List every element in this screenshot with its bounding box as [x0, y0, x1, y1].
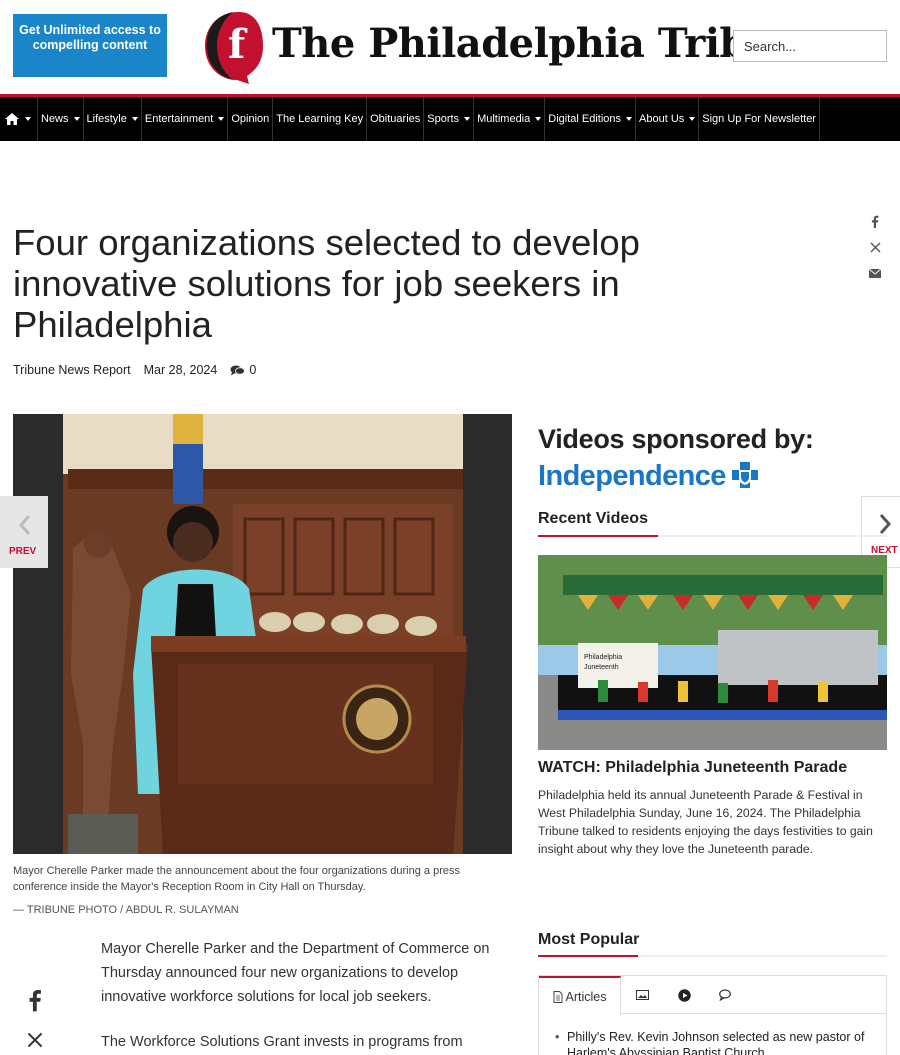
nav-item-label: Multimedia: [477, 113, 531, 125]
facebook-icon: [871, 215, 879, 228]
nav-item-sports[interactable]: Sports: [424, 97, 475, 141]
nav-item-opinion[interactable]: Opinion: [228, 97, 274, 141]
main-navigation: News Lifestyle Entertainment Opinion The…: [0, 94, 900, 141]
comments-link[interactable]: 0: [230, 363, 256, 377]
chevron-down-icon: [464, 117, 471, 121]
comment-count: 0: [249, 363, 257, 377]
chevron-down-icon: [218, 117, 225, 121]
tribune-logo-icon[interactable]: f: [203, 8, 265, 84]
section-divider: [538, 535, 887, 537]
facebook-share-button[interactable]: [24, 988, 48, 1032]
x-icon: [870, 242, 880, 252]
site-header: Get Unlimited access to compelling conte…: [0, 0, 900, 94]
nav-item-label: News: [41, 113, 69, 125]
nav-item-label: Digital Editions: [548, 113, 622, 125]
juneteenth-parade-thumbnail: Philadelphia Juneteenth: [538, 555, 887, 750]
article-paragraph: The Workforce Solutions Grant invests in…: [101, 1034, 463, 1050]
svg-text:Juneteenth: Juneteenth: [584, 664, 619, 671]
tab-videos[interactable]: [663, 976, 705, 1014]
x-icon: [27, 1032, 43, 1048]
nav-item-multimedia[interactable]: Multimedia: [474, 97, 546, 141]
article-photo[interactable]: [13, 414, 512, 854]
chevron-down-icon: [25, 117, 31, 121]
nav-item-label: Sports: [427, 113, 460, 125]
nav-item-entertainment[interactable]: Entertainment: [142, 97, 229, 141]
chevron-down-icon: [535, 117, 542, 121]
prev-article-button[interactable]: PREV: [0, 496, 48, 568]
article-byline: Tribune News Report Mar 28, 2024 0: [13, 363, 256, 377]
nav-item-label: Opinion: [231, 113, 270, 125]
chevron-down-icon: [131, 117, 138, 121]
nav-item-label: About Us: [639, 113, 685, 125]
svg-text:Philadelphia: Philadelphia: [584, 654, 622, 661]
nav-item-obituaries[interactable]: Obituaries: [367, 97, 425, 141]
publish-date: Mar 28, 2024: [143, 363, 218, 377]
nav-item-about-us[interactable]: About Us: [636, 97, 700, 141]
recent-videos-heading: Recent Videos: [538, 510, 648, 527]
comments-icon: [718, 989, 731, 1001]
x-share-button[interactable]: [866, 234, 884, 260]
image-icon: [635, 990, 649, 1000]
tab-articles[interactable]: Articles: [539, 976, 621, 1015]
nav-home[interactable]: [0, 97, 38, 141]
x-share-button[interactable]: [24, 1032, 48, 1053]
email-share-button[interactable]: [866, 260, 884, 286]
article-body: Mayor Cherelle Parker and the Department…: [101, 937, 501, 1055]
email-icon: [869, 268, 881, 278]
chevron-left-icon: [18, 515, 31, 535]
tab-comments[interactable]: [705, 976, 747, 1014]
sponsor-logo[interactable]: Independence: [538, 460, 758, 493]
nav-item-learning-key[interactable]: The Learning Key: [273, 97, 368, 141]
video-title-link[interactable]: WATCH: Philadelphia Juneteenth Parade: [538, 759, 847, 777]
video-thumbnail[interactable]: Philadelphia Juneteenth: [538, 555, 887, 750]
photo-credit: — TRIBUNE PHOTO / ABDUL R. SULAYMAN: [13, 904, 239, 916]
author-link[interactable]: Tribune News Report: [13, 363, 131, 377]
mayor-podium-photo: [13, 414, 512, 854]
article-title: Four organizations selected to develop i…: [13, 222, 640, 345]
tab-label: Articles: [565, 989, 607, 1004]
article-paragraph: Mayor Cherelle Parker and the Department…: [101, 941, 490, 1005]
most-popular-tabs: Articles Philly's Rev. Kevin Johnson sel…: [538, 975, 887, 1055]
chevron-right-icon: [879, 514, 892, 534]
video-description: Philadelphia held its annual Juneteenth …: [538, 788, 873, 856]
chevron-down-icon: [626, 117, 633, 121]
home-icon: [5, 113, 19, 125]
chevron-down-icon: [73, 117, 80, 121]
nav-item-newsletter[interactable]: Sign Up For Newsletter: [699, 97, 820, 141]
section-divider: [538, 955, 887, 957]
blue-cross-shield-icon: [731, 461, 758, 488]
nav-item-label: The Learning Key: [276, 113, 364, 125]
play-circle-icon: [677, 988, 691, 1002]
nav-item-label: Obituaries: [370, 113, 421, 125]
popular-article-link[interactable]: Philly's Rev. Kevin Johnson selected as …: [539, 1014, 886, 1055]
nav-item-label: Lifestyle: [86, 113, 127, 125]
subscribe-promo-banner[interactable]: Get Unlimited access to compelling conte…: [13, 14, 167, 77]
prev-label: PREV: [9, 546, 37, 557]
article-share-toolbar: [24, 988, 48, 1053]
nav-item-lifestyle[interactable]: Lifestyle: [84, 97, 142, 141]
comments-icon: [230, 365, 246, 375]
sponsor-heading: Videos sponsored by:: [538, 424, 814, 454]
chevron-down-icon: [689, 117, 696, 121]
most-popular-heading: Most Popular: [538, 931, 640, 948]
facebook-share-button[interactable]: [866, 208, 884, 234]
nav-item-label: Sign Up For Newsletter: [702, 113, 816, 125]
search-input[interactable]: [733, 30, 887, 62]
nav-item-news[interactable]: News: [38, 97, 84, 141]
share-toolbar: [866, 208, 884, 286]
document-icon: [553, 990, 562, 1003]
nav-item-label: Entertainment: [144, 113, 214, 125]
svg-text:f: f: [228, 21, 248, 68]
nav-item-digital-editions[interactable]: Digital Editions: [545, 97, 637, 141]
tab-images[interactable]: [621, 976, 663, 1014]
facebook-icon: [29, 990, 41, 1012]
photo-caption: Mayor Cherelle Parker made the announcem…: [13, 865, 460, 893]
sponsor-name: Independence: [538, 460, 726, 492]
